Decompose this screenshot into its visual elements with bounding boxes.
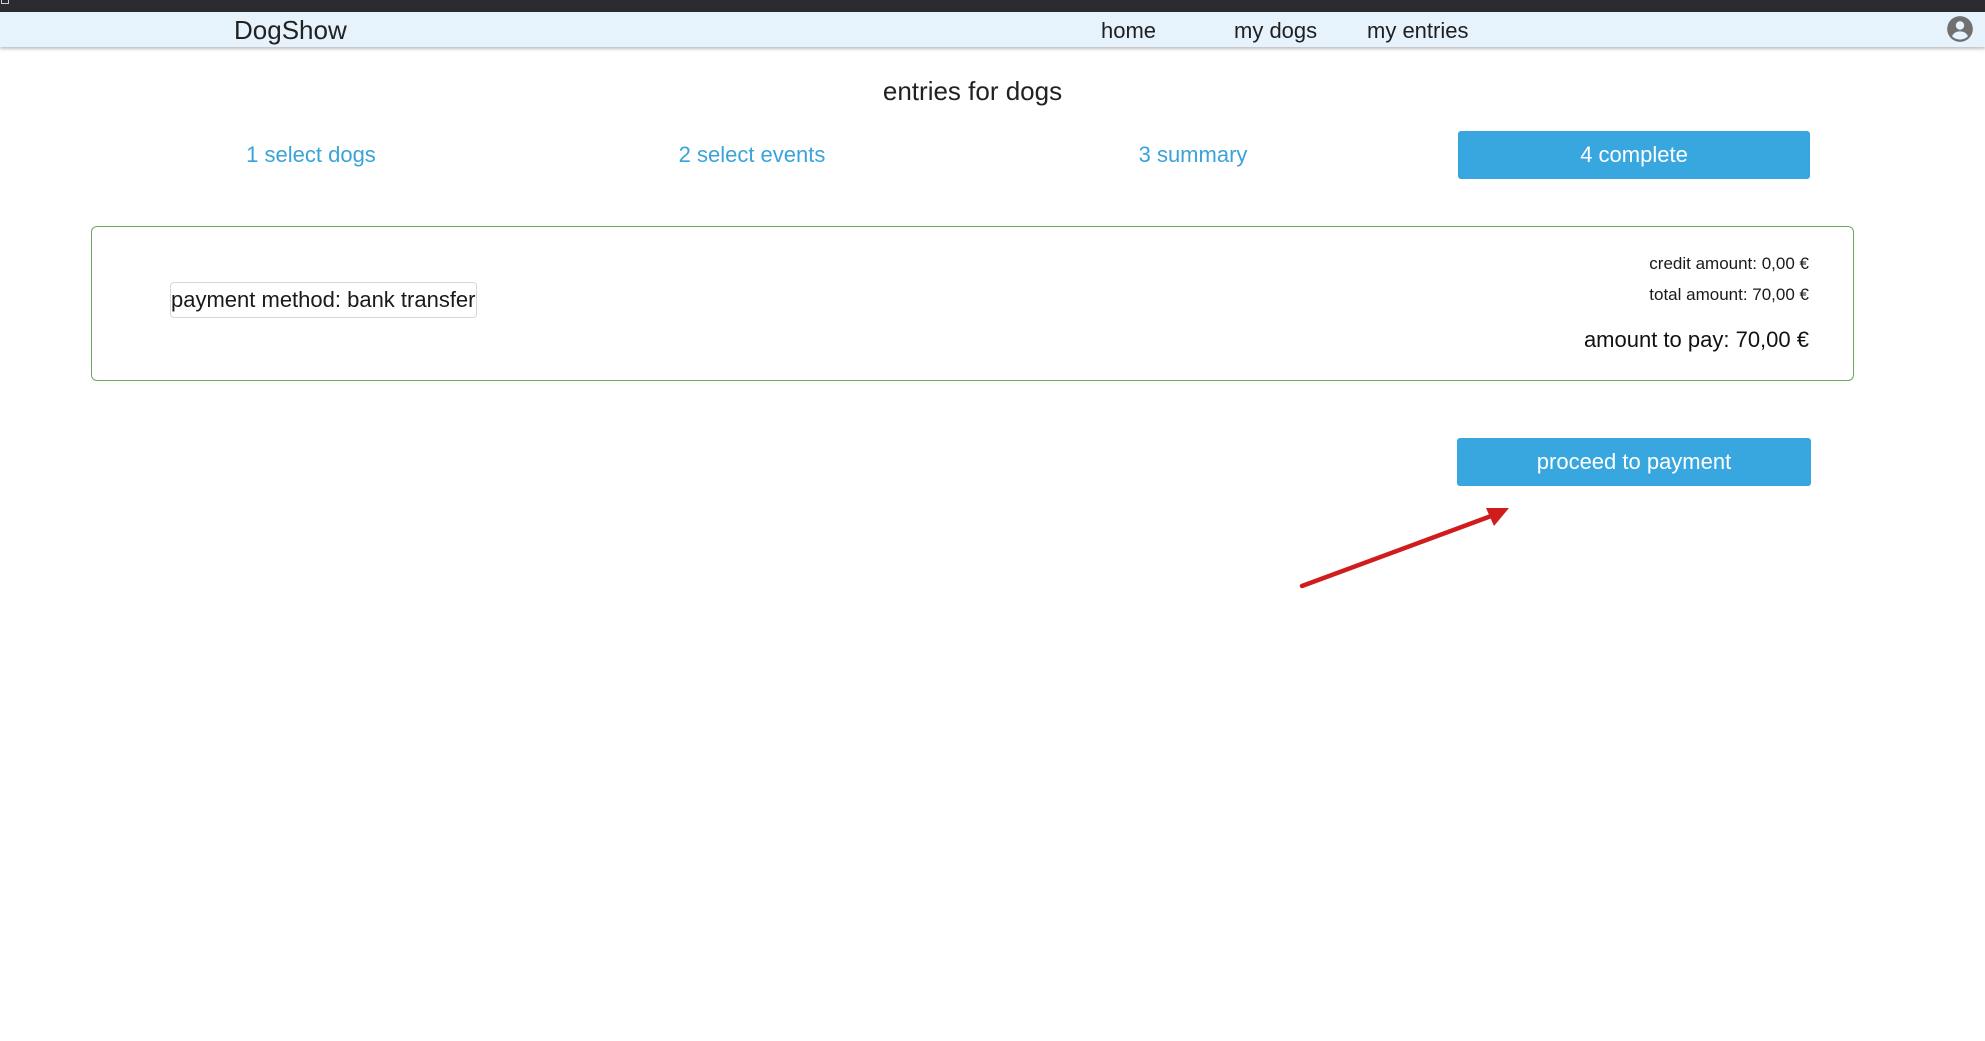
page-title: entries for dogs (882, 76, 1063, 106)
step-complete[interactable]: 4 complete (1458, 131, 1810, 179)
nav-my-dogs-link[interactable]: my dogs (1234, 17, 1317, 45)
proceed-to-payment-button[interactable]: proceed to payment (1457, 438, 1811, 486)
step-select-dogs[interactable]: 1 select dogs (135, 131, 487, 179)
account-circle-icon[interactable] (1946, 15, 1974, 43)
payment-summary-card: payment method: bank transfer credit amo… (91, 226, 1854, 381)
browser-top-strip (0, 0, 1985, 12)
total-amount: total amount: 70,00 € (1649, 285, 1809, 304)
top-navbar: DogShow home my dogs my entries (0, 12, 1985, 47)
brand-logo[interactable]: DogShow (234, 15, 347, 45)
payment-method-field[interactable]: payment method: bank transfer (170, 282, 477, 318)
step-select-events[interactable]: 2 select events (576, 131, 928, 179)
window-icon (1, 0, 9, 4)
nav-home-link[interactable]: home (1101, 17, 1156, 45)
step-summary[interactable]: 3 summary (1017, 131, 1369, 179)
annotation-arrow-icon (1299, 508, 1509, 589)
credit-amount: credit amount: 0,00 € (1649, 254, 1809, 273)
nav-my-entries-link[interactable]: my entries (1367, 17, 1468, 45)
amount-to-pay: amount to pay: 70,00 € (1583, 327, 1809, 352)
